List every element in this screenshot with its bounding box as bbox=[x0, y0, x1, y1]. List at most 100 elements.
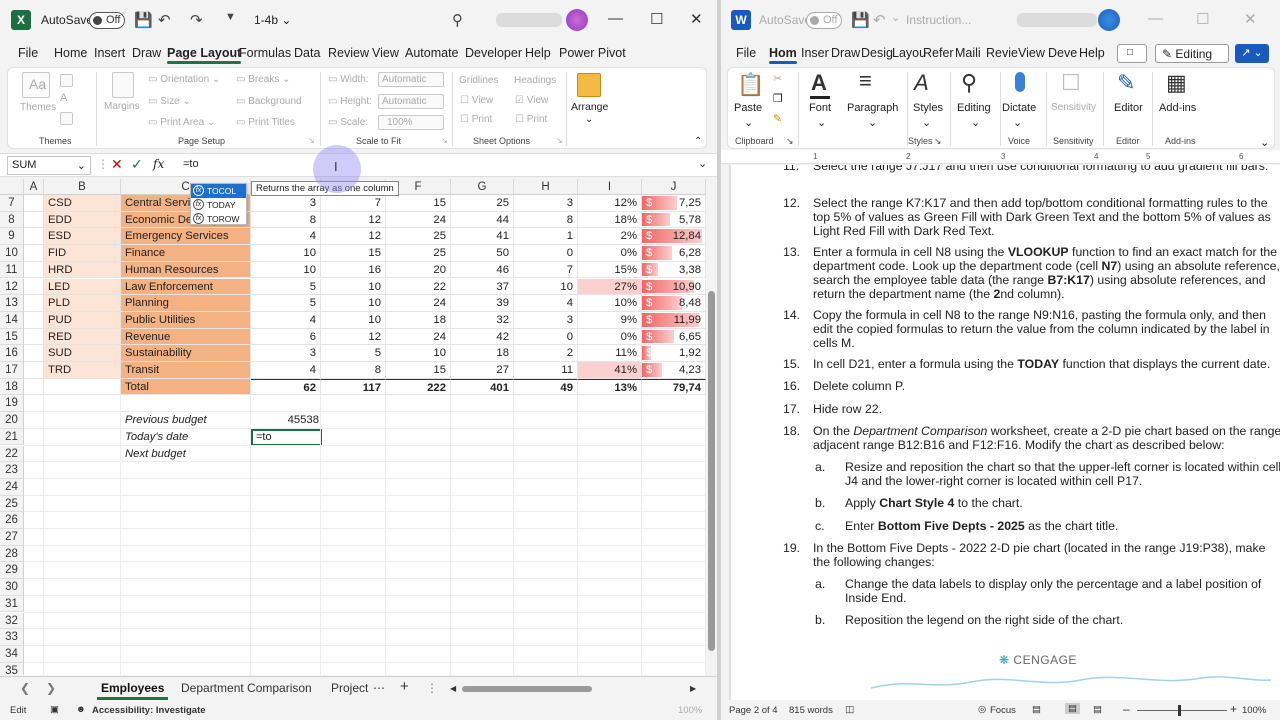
value-cell[interactable]: 12 bbox=[321, 211, 386, 229]
word-menu-mailings[interactable]: Maili bbox=[955, 46, 981, 60]
cancel-icon[interactable]: ✕ bbox=[111, 156, 123, 173]
value-cell[interactable]: 3 bbox=[251, 195, 321, 212]
dept-code-cell[interactable]: TRD bbox=[44, 362, 121, 379]
enter-icon[interactable]: ✓ bbox=[131, 156, 143, 173]
sheet-options-launcher-icon[interactable]: ↘ bbox=[556, 136, 563, 145]
themes-icon[interactable]: Aa bbox=[22, 72, 50, 98]
editing-icon[interactable]: ⚲ bbox=[961, 70, 977, 96]
dept-code-cell[interactable]: SUD bbox=[44, 345, 121, 362]
value-cell[interactable]: 10 bbox=[251, 245, 321, 262]
dept-name-cell[interactable]: Transit bbox=[121, 362, 251, 379]
dept-code-cell[interactable]: LED bbox=[44, 278, 121, 296]
word-menu-layout[interactable]: Layou bbox=[892, 46, 926, 60]
menu-developer[interactable]: Developer bbox=[465, 46, 522, 60]
value-cell[interactable]: 22 bbox=[386, 278, 451, 296]
total-cell[interactable]: 401 bbox=[451, 378, 514, 396]
value-cell[interactable]: 32 bbox=[451, 311, 514, 329]
value-cell[interactable]: 10 bbox=[251, 261, 321, 279]
row-header[interactable]: 15 bbox=[0, 328, 24, 346]
clipboard-launcher-icon[interactable]: ↘ bbox=[786, 136, 794, 147]
autocomplete-torow[interactable]: fx TOROW bbox=[191, 212, 246, 226]
margins-icon[interactable] bbox=[112, 72, 134, 98]
menu-automate[interactable]: Automate bbox=[405, 46, 459, 60]
menu-power-pivot[interactable]: Power Pivot bbox=[559, 46, 626, 60]
cell[interactable] bbox=[24, 378, 44, 396]
dept-name-cell[interactable]: Human Resources bbox=[121, 261, 251, 279]
zoom-slider-thumb[interactable] bbox=[1178, 705, 1181, 716]
cell[interactable] bbox=[24, 345, 44, 362]
word-menu-references[interactable]: Refer bbox=[923, 46, 954, 60]
value-cell[interactable]: 4 bbox=[251, 228, 321, 246]
editing-button[interactable]: Editing bbox=[957, 102, 991, 114]
budget-cell[interactable]: $1,92 bbox=[642, 345, 706, 362]
total-cell[interactable]: 49 bbox=[514, 378, 578, 396]
word-zoom[interactable]: 100% bbox=[1242, 705, 1266, 716]
value-cell[interactable]: 6 bbox=[251, 328, 321, 346]
row-header[interactable]: 31 bbox=[0, 595, 24, 613]
dictate-dropdown-icon[interactable]: ⌄ bbox=[1013, 116, 1022, 129]
value-cell[interactable]: 8 bbox=[321, 362, 386, 379]
prev-sheet-icon[interactable]: ❮ bbox=[20, 681, 30, 695]
editing-dropdown-icon[interactable]: ⌄ bbox=[971, 116, 980, 129]
percent-cell[interactable]: 12% bbox=[578, 195, 642, 212]
format-painter-icon[interactable]: ✎ bbox=[773, 112, 782, 125]
width-select[interactable]: Automatic bbox=[378, 72, 444, 87]
print-titles-button[interactable]: ▭ Print Titles bbox=[236, 117, 295, 128]
background-button[interactable]: ▭ Background bbox=[236, 96, 302, 107]
paste-button[interactable]: Paste bbox=[734, 102, 762, 114]
dept-name-cell[interactable]: Revenue bbox=[121, 328, 251, 346]
close-icon[interactable]: ✕ bbox=[690, 10, 703, 28]
font-button[interactable]: Font bbox=[809, 102, 831, 114]
arrange-dropdown-icon[interactable]: ⌄ bbox=[585, 114, 593, 125]
value-cell[interactable]: 10 bbox=[321, 295, 386, 312]
gridlines-view-checkbox[interactable]: ☐ View bbox=[460, 95, 493, 106]
dept-code-cell[interactable]: ESD bbox=[44, 228, 121, 246]
percent-cell[interactable]: 2% bbox=[578, 228, 642, 246]
font-icon[interactable]: A bbox=[811, 70, 827, 96]
expand-formula-bar-icon[interactable]: ⌄ bbox=[698, 157, 707, 170]
value-cell[interactable]: 7 bbox=[321, 195, 386, 212]
web-layout-icon[interactable]: ▤ bbox=[1093, 704, 1102, 715]
column-header-h[interactable]: H bbox=[514, 179, 578, 195]
word-count[interactable]: 815 words bbox=[789, 705, 833, 716]
effects-icon[interactable] bbox=[60, 112, 73, 125]
colors-icon[interactable] bbox=[60, 74, 73, 87]
zoom-out-icon[interactable]: – bbox=[1123, 702, 1130, 716]
avatar[interactable] bbox=[566, 9, 588, 31]
redo-icon[interactable]: ↷ bbox=[190, 11, 203, 29]
row-header[interactable]: 28 bbox=[0, 545, 24, 563]
name-box[interactable]: SUM ⌄ bbox=[7, 156, 91, 175]
row-header[interactable]: 24 bbox=[0, 478, 24, 496]
row-header[interactable]: 11 bbox=[0, 261, 24, 279]
dept-code-cell[interactable]: CSD bbox=[44, 195, 121, 212]
total-cell[interactable]: 222 bbox=[386, 378, 451, 396]
cell[interactable] bbox=[24, 245, 44, 262]
value-cell[interactable]: 24 bbox=[386, 328, 451, 346]
breaks-button[interactable]: ▭ Breaks ⌄ bbox=[236, 74, 291, 85]
cut-icon[interactable]: ✂ bbox=[773, 72, 782, 85]
select-all-corner[interactable] bbox=[0, 179, 24, 195]
value-cell[interactable]: 46 bbox=[451, 261, 514, 279]
cell[interactable] bbox=[24, 278, 44, 296]
percent-cell[interactable]: 0% bbox=[578, 328, 642, 346]
editor-icon[interactable]: ✎ bbox=[1117, 70, 1135, 96]
word-menu-insert[interactable]: Inser bbox=[801, 46, 829, 60]
value-cell[interactable]: 12 bbox=[321, 228, 386, 246]
value-cell[interactable]: 8 bbox=[514, 211, 578, 229]
value-cell[interactable]: 37 bbox=[451, 278, 514, 296]
word-share-button[interactable]: ↗ ⌄ bbox=[1235, 44, 1269, 63]
value-cell[interactable]: 25 bbox=[451, 195, 514, 212]
value-cell[interactable]: 3 bbox=[514, 195, 578, 212]
margins-button[interactable]: Margins bbox=[104, 101, 140, 112]
word-menu-review[interactable]: Revie bbox=[986, 46, 1018, 60]
value-cell[interactable]: 10 bbox=[386, 345, 451, 362]
zoom-in-icon[interactable]: + bbox=[1230, 702, 1237, 716]
word-avatar[interactable] bbox=[1098, 9, 1120, 31]
formula-input[interactable]: =to bbox=[183, 158, 199, 170]
undo-icon[interactable]: ↶ bbox=[158, 11, 171, 29]
row-header[interactable]: 9 bbox=[0, 228, 24, 246]
dept-code-cell[interactable]: RED bbox=[44, 328, 121, 346]
word-menu-design[interactable]: Desig bbox=[861, 46, 893, 60]
paragraph-button[interactable]: Paragraph bbox=[847, 102, 898, 114]
menu-insert[interactable]: Insert bbox=[94, 46, 125, 60]
